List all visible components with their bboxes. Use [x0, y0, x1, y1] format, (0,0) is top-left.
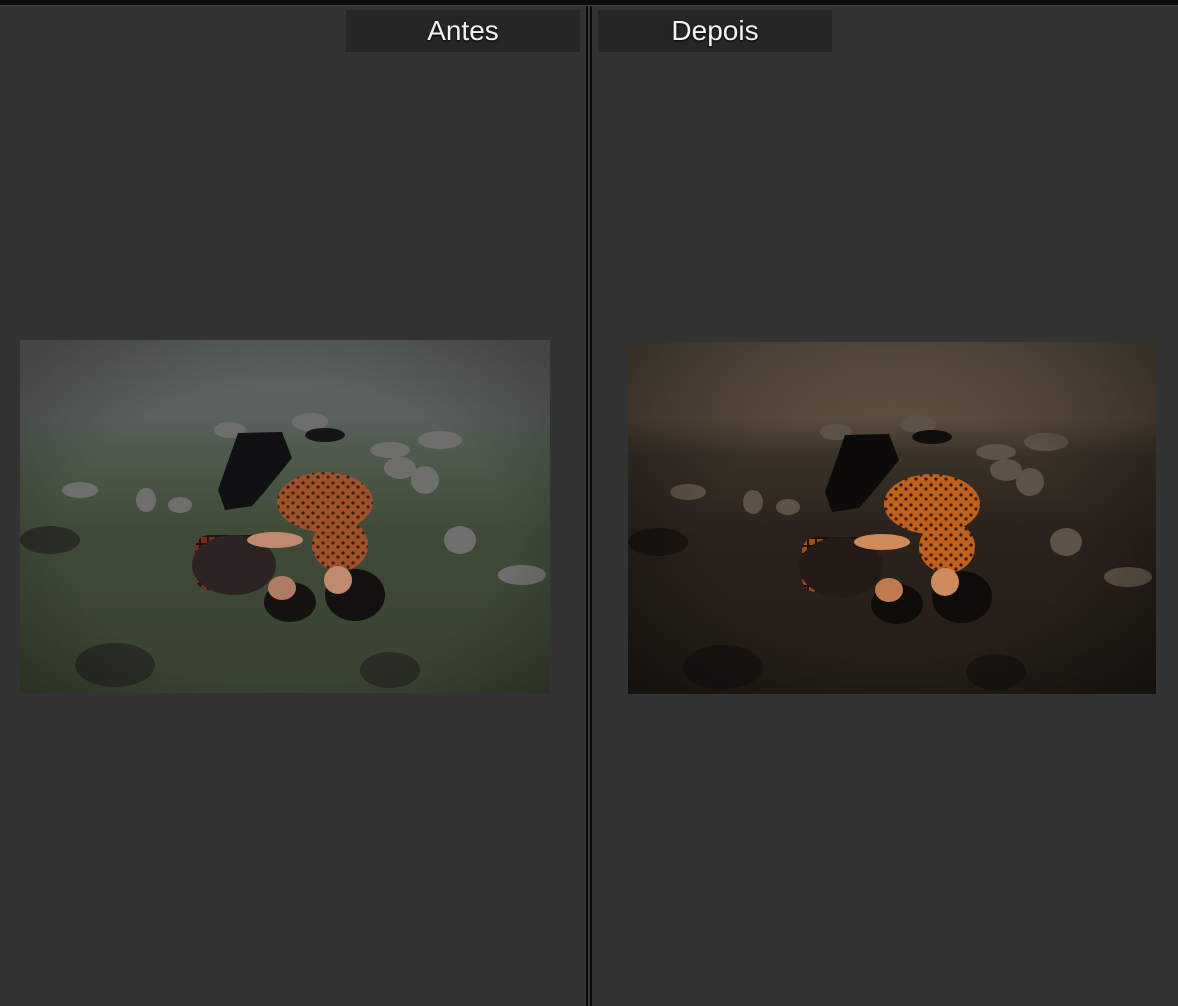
after-panel[interactable]: Depois	[592, 6, 1178, 1006]
after-label: Depois	[598, 10, 832, 52]
before-photo-image	[20, 340, 550, 693]
after-photo[interactable]	[628, 342, 1156, 694]
before-photo[interactable]	[20, 340, 550, 693]
before-label: Antes	[346, 10, 580, 52]
after-photo-image	[628, 342, 1156, 694]
before-panel[interactable]: Antes	[0, 6, 586, 1006]
